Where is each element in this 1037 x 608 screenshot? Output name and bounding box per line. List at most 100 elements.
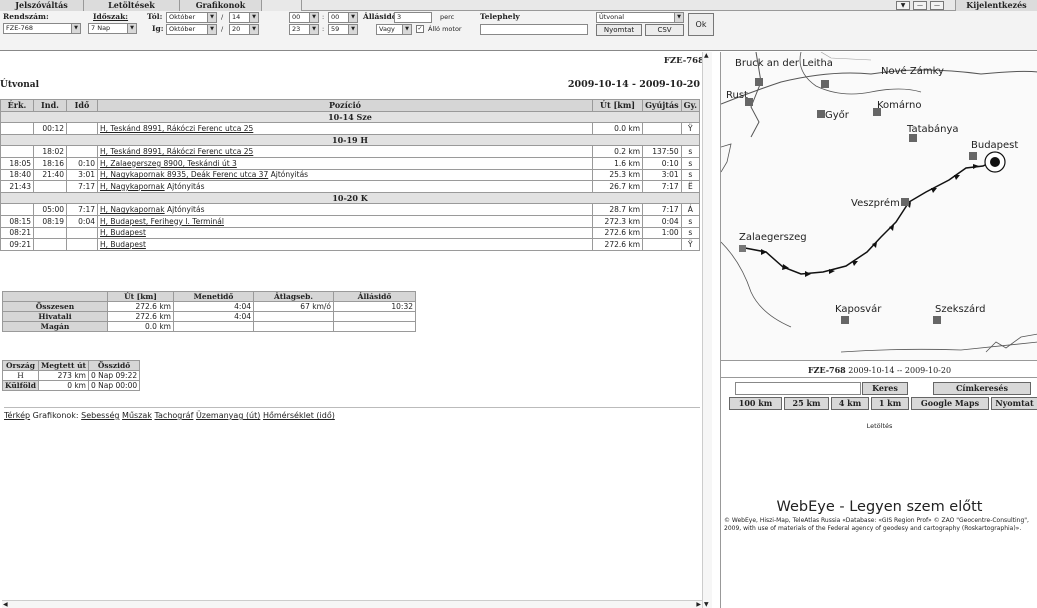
ok-button[interactable]: Ok	[688, 13, 714, 36]
status-cell: s	[680, 214, 701, 228]
print-button[interactable]: Nyomtat	[596, 24, 642, 36]
position-link[interactable]: H, Zalaegerszeg 8900, Teskándi út 3	[100, 159, 237, 168]
column-header: Idő	[66, 99, 98, 112]
table-row: Hivatali 272.6 km 4:04	[2, 311, 416, 322]
position-link[interactable]: H, Budapest	[100, 240, 146, 249]
google-maps-button[interactable]: Google Maps	[911, 397, 989, 410]
from-month-select[interactable]: Október ▼	[166, 12, 217, 23]
position-cell: H, Budapest	[96, 238, 594, 251]
tag-search-button[interactable]: Címkeresés	[933, 382, 1031, 395]
distance-cell: 272.6 km	[592, 226, 644, 240]
route-map[interactable]: Bruck an der Leitha Nové Zámky Rust Győr…	[721, 52, 1037, 360]
zoom-25km-button[interactable]: 25 km	[784, 397, 829, 410]
report-date-range: 2009-10-14 - 2009-10-20	[567, 79, 700, 90]
border-line	[721, 241, 792, 328]
speed-chart-link[interactable]: Sebesség	[81, 411, 119, 420]
minimize-icon[interactable]: —	[913, 1, 927, 10]
vehicle-id: FZE-768	[663, 56, 704, 66]
from-minute-select[interactable]: 00 ▼	[328, 12, 358, 23]
scroll-right-icon[interactable]: ▶	[696, 601, 701, 608]
download-link[interactable]: Letöltés	[721, 422, 1037, 430]
temperature-chart-link[interactable]: Hőmérséklet (idő)	[263, 411, 335, 420]
to-hour-select[interactable]: 23 ▼	[289, 24, 319, 35]
logic-select[interactable]: Vagy ▼	[376, 24, 412, 35]
view-select[interactable]: Útvonal ▼	[596, 12, 684, 23]
to-month-select[interactable]: Október ▼	[166, 24, 217, 35]
from-hour-select[interactable]: 00 ▼	[289, 12, 319, 23]
table-row: H 273 km 0 Nap 09:22	[2, 370, 141, 381]
position-link[interactable]: H, Teskánd 8991, Rákóczi Ferenc utca 25	[100, 124, 253, 133]
zoom-4km-button[interactable]: 4 km	[831, 397, 869, 410]
csv-button[interactable]: CSV	[645, 24, 684, 36]
position-link[interactable]: H, Budapest	[100, 228, 146, 237]
position-link[interactable]: H, Teskánd 8991, Rákóczi Ferenc utca 25	[100, 147, 253, 156]
table-cell: 273 km	[37, 370, 90, 381]
event-note: Ajtónyitás	[164, 181, 205, 191]
time-separator: :	[322, 25, 325, 33]
fuel-chart-link[interactable]: Üzemanyag (út)	[196, 411, 260, 420]
arrival-cell	[0, 203, 34, 216]
ignition-cell: 137:50	[642, 145, 682, 158]
city-marker-icon	[901, 198, 909, 206]
position-link[interactable]: H, Nagykapornak 8935, Deák Ferenc utca 3…	[100, 170, 268, 179]
day-label: 10-14 Sze	[0, 110, 700, 124]
column-header: Út [km]	[592, 99, 644, 112]
from-day-select[interactable]: 14 ▼	[229, 12, 259, 23]
to-minute-select[interactable]: 59 ▼	[328, 24, 358, 35]
brand-slogan: WebEye - Legyen szem előtt	[776, 499, 983, 515]
engine-off-checkbox[interactable]: ✓	[416, 25, 424, 33]
vertical-scrollbar[interactable]: ▲ ▼	[702, 52, 712, 608]
day-label: 10-20 K	[0, 191, 700, 205]
horizontal-scrollbar[interactable]: ◀ ▶	[2, 600, 702, 608]
tab-password-change[interactable]: Jelszóváltás	[0, 0, 84, 11]
chevron-down-icon: ▼	[71, 24, 80, 33]
table-cell	[333, 311, 416, 322]
table-cell: 4:04	[173, 311, 254, 322]
departure-cell: 18:02	[33, 145, 67, 158]
map-link[interactable]: Térkép	[4, 411, 30, 420]
arrival-cell: 09:21	[0, 238, 34, 251]
city-label: Veszprém	[851, 197, 900, 209]
restore-icon[interactable]: —	[930, 1, 944, 10]
zoom-1km-button[interactable]: 1 km	[871, 397, 909, 410]
departure-cell	[33, 226, 67, 240]
period-label: Időszak:	[93, 12, 129, 21]
chevron-down-icon: ▼	[402, 25, 411, 34]
site-input[interactable]	[480, 24, 588, 35]
scroll-up-icon[interactable]: ▲	[704, 52, 709, 59]
tab-charts[interactable]: Grafikonok	[180, 0, 262, 11]
to-label: Ig:	[152, 24, 164, 33]
zoom-100km-button[interactable]: 100 km	[729, 397, 782, 410]
search-button[interactable]: Keres	[862, 382, 908, 395]
position-link[interactable]: H, Nagykapornak	[100, 205, 165, 214]
map-canvas[interactable]: Bruck an der Leitha Nové Zámky Rust Győr…	[721, 52, 1037, 360]
chevron-down-icon: ▼	[249, 25, 258, 34]
scroll-left-icon[interactable]: ◀	[3, 601, 8, 608]
distance-cell: 272.6 km	[592, 238, 644, 251]
map-credits: © WebEye, Hiszi-Map, TeleAtlas Russia «D…	[724, 517, 1029, 532]
logout-button[interactable]: Kijelentkezés	[955, 0, 1037, 11]
position-link[interactable]: H, Budapest, Ferihegy I. Terminál	[100, 217, 224, 226]
tachograph-chart-link[interactable]: Tachográf	[154, 411, 193, 420]
tab-downloads[interactable]: Letöltések	[84, 0, 180, 11]
column-header	[2, 291, 108, 302]
duration-cell: 7:17	[66, 180, 98, 193]
table-row: Magán 0.0 km	[2, 321, 416, 332]
shift-chart-link[interactable]: Műszak	[122, 411, 152, 420]
position-cell: H, Zalaegerszeg 8900, Teskándi út 3	[96, 156, 594, 170]
start-marker-icon[interactable]	[739, 245, 746, 252]
period-select[interactable]: 7 Nap ▼	[88, 23, 137, 34]
to-day-select[interactable]: 20 ▼	[229, 24, 259, 35]
city-marker-icon	[821, 80, 829, 88]
status-cell: s	[680, 145, 701, 158]
map-panel: Bruck an der Leitha Nové Zámky Rust Győr…	[720, 52, 1037, 608]
stop-time-input[interactable]: 3	[394, 12, 432, 23]
plate-select[interactable]: FZE-768 ▼	[3, 23, 81, 34]
position-link[interactable]: H, Nagykapornak	[100, 182, 165, 191]
dropdown-icon[interactable]: ▼	[896, 1, 910, 10]
city-label: Budapest	[971, 140, 1018, 151]
distance-cell: 1.6 km	[592, 156, 644, 170]
map-print-button[interactable]: Nyomtat	[991, 397, 1037, 410]
scroll-down-icon[interactable]: ▼	[704, 601, 709, 608]
address-search-input[interactable]	[735, 382, 861, 395]
